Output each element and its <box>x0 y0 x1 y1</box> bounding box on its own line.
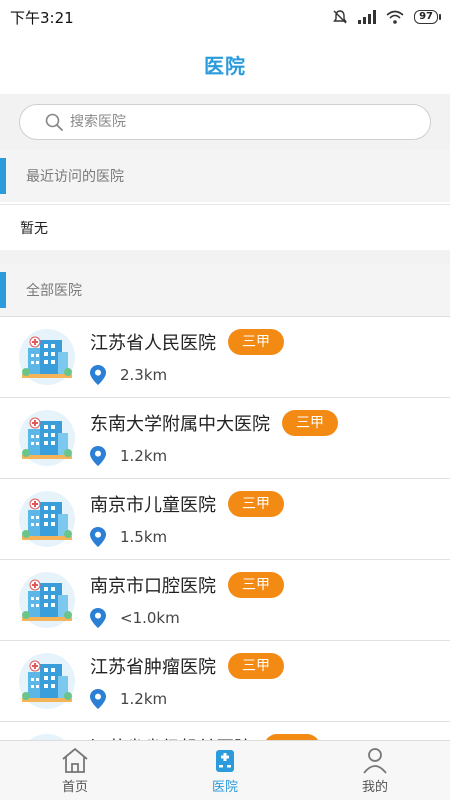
hospital-level-badge: 三甲 <box>228 491 284 517</box>
location-pin-icon <box>90 689 106 709</box>
hospital-distance-row: 1.2km <box>90 446 338 466</box>
hospital-building-icon <box>18 571 76 629</box>
status-time: 下午3:21 <box>10 8 74 27</box>
hospital-building-icon <box>18 490 76 548</box>
hospital-building-icon <box>18 652 76 710</box>
hospital-list-item[interactable]: 江苏省肿瘤医院 三甲 1.2km <box>0 641 450 722</box>
hospital-icon <box>216 750 234 772</box>
tab-mine[interactable]: 我的 <box>300 741 450 800</box>
hospital-level-badge: 三甲 <box>228 572 284 598</box>
hospital-info: 江苏省肿瘤医院 三甲 1.2km <box>90 653 284 709</box>
location-pin-icon <box>90 365 106 385</box>
tab-home-label: 首页 <box>61 780 88 795</box>
hospital-building-icon <box>18 328 76 386</box>
section-divider <box>0 250 450 264</box>
hospital-distance: 1.5km <box>120 528 168 546</box>
hospital-distance-row: <1.0km <box>90 608 284 628</box>
hospital-name: 南京市口腔医院 <box>90 576 216 597</box>
hospital-name-row: 江苏省肿瘤医院 三甲 <box>90 653 284 679</box>
hospital-info: 南京市口腔医院 三甲 <1.0km <box>90 572 284 628</box>
hospital-level-badge: 三甲 <box>282 410 338 436</box>
search-box[interactable] <box>19 104 431 140</box>
search-area <box>0 94 450 150</box>
hospital-name-row: 东南大学附属中大医院 三甲 <box>90 410 338 436</box>
hospital-name: 江苏省人民医院 <box>90 333 216 354</box>
hospital-distance-row: 1.2km <box>90 689 284 709</box>
recent-section-title: 最近访问的医院 <box>26 169 124 185</box>
search-icon <box>45 113 63 131</box>
tab-bar: 首页 医院 我的 <box>0 740 450 800</box>
battery-indicator: 97 <box>414 10 441 24</box>
recent-empty-text: 暂无 <box>0 204 450 250</box>
all-section-title: 全部医院 <box>26 283 82 299</box>
status-bar: 下午3:21 97 <box>0 0 450 34</box>
tab-mine-label: 我的 <box>361 780 388 795</box>
user-icon <box>363 748 387 774</box>
hospital-info: 江苏省人民医院 三甲 2.3km <box>90 329 284 385</box>
tab-hospital-label: 医院 <box>211 780 238 795</box>
search-input[interactable] <box>70 114 370 130</box>
hospital-list-item[interactable]: 南京市儿童医院 三甲 1.5km <box>0 479 450 560</box>
hospital-level-badge: 三甲 <box>228 329 284 355</box>
hospital-distance-row: 2.3km <box>90 365 284 385</box>
hospital-distance: 1.2km <box>120 447 168 465</box>
tab-home[interactable]: 首页 <box>0 741 150 800</box>
location-pin-icon <box>90 527 106 547</box>
hospital-building-icon <box>18 409 76 467</box>
header: 医院 <box>0 34 450 94</box>
home-icon <box>62 747 88 773</box>
hospital-list-item[interactable]: 东南大学附属中大医院 三甲 1.2km <box>0 398 450 479</box>
hospital-level-badge: 三甲 <box>228 653 284 679</box>
hospital-name-row: 南京市儿童医院 三甲 <box>90 491 284 517</box>
hospital-name: 南京市儿童医院 <box>90 495 216 516</box>
hospital-distance: 1.2km <box>120 690 168 708</box>
hospital-name-row: 南京市口腔医院 三甲 <box>90 572 284 598</box>
hospital-distance-row: 1.5km <box>90 527 284 547</box>
location-pin-icon <box>90 446 106 466</box>
section-accent-bar <box>0 272 6 308</box>
signal-icon <box>358 10 377 24</box>
hospital-distance: <1.0km <box>120 609 180 627</box>
location-pin-icon <box>90 608 106 628</box>
hospital-info: 南京市儿童医院 三甲 1.5km <box>90 491 284 547</box>
hospital-list-item[interactable]: 江苏省人民医院 三甲 2.3km <box>0 317 450 398</box>
wifi-icon <box>386 10 404 24</box>
recent-section-header: 最近访问的医院 <box>0 150 450 202</box>
status-icons: 97 <box>332 9 441 25</box>
hospital-info: 东南大学附属中大医院 三甲 1.2km <box>90 410 338 466</box>
hospital-list-item[interactable]: 南京市口腔医院 三甲 <1.0km <box>0 560 450 641</box>
tab-hospital[interactable]: 医院 <box>150 741 300 800</box>
hospital-name: 江苏省肿瘤医院 <box>90 657 216 678</box>
hospital-name-row: 江苏省人民医院 三甲 <box>90 329 284 355</box>
mute-bell-icon <box>333 10 347 24</box>
hospital-name: 东南大学附属中大医院 <box>90 414 270 435</box>
hospital-distance: 2.3km <box>120 366 168 384</box>
hospital-list: 江苏省人民医院 三甲 2.3km 东南大学附属中大医院 三甲 1.2km 南京市… <box>0 316 450 800</box>
section-accent-bar <box>0 158 6 194</box>
all-section-header: 全部医院 <box>0 264 450 316</box>
page-title: 医院 <box>204 53 246 78</box>
